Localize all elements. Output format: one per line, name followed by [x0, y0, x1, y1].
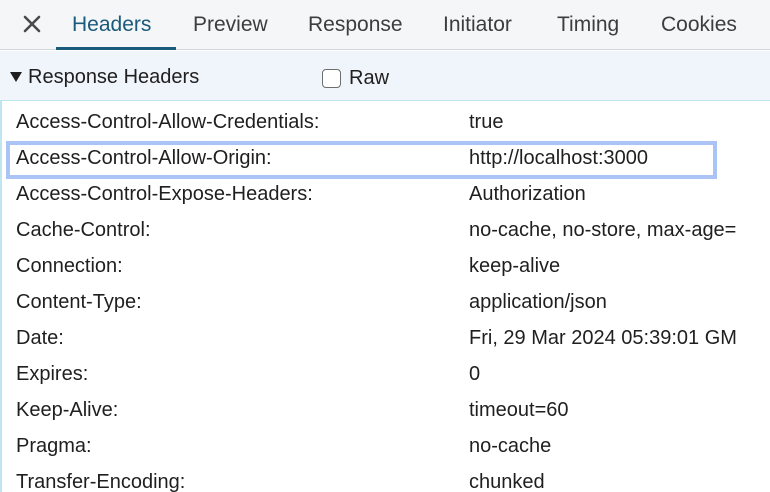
header-row: Connection: keep-alive	[0, 250, 770, 286]
raw-checkbox[interactable]	[322, 68, 341, 88]
header-name: Access-Control-Allow-Origin:	[16, 147, 272, 169]
header-value: http://localhost:3000	[469, 147, 649, 169]
tab-headers[interactable]: Headers	[72, 0, 151, 50]
header-row: Date: Fri, 29 Mar 2024 05:39:01 GM	[0, 322, 770, 358]
header-value: no-cache, no-store, max-age=	[469, 219, 737, 241]
header-row: Access-Control-Expose-Headers: Authoriza…	[0, 178, 770, 214]
header-value: 0	[469, 363, 481, 385]
close-button[interactable]	[18, 10, 46, 38]
header-name: Pragma:	[16, 435, 92, 457]
header-value: no-cache	[469, 435, 552, 457]
response-headers-section-header: Response Headers Raw	[0, 51, 770, 101]
header-row: Expires: 0	[0, 358, 770, 394]
header-value: keep-alive	[469, 255, 561, 277]
header-row: Access-Control-Allow-Credentials: true	[0, 106, 770, 142]
header-value: chunked	[469, 471, 545, 492]
header-row: Cache-Control: no-cache, no-store, max-a…	[0, 214, 770, 250]
devtools-network-panel: Headers Preview Response Initiator Timin…	[0, 0, 770, 492]
tab-response[interactable]: Response	[308, 0, 403, 50]
tab-cookies[interactable]: Cookies	[661, 0, 737, 50]
header-name: Cache-Control:	[16, 219, 151, 241]
header-name: Content-Type:	[16, 291, 142, 313]
header-value: timeout=60	[469, 399, 569, 421]
header-name: Access-Control-Expose-Headers:	[16, 183, 313, 205]
header-row: Transfer-Encoding: chunked	[0, 466, 770, 492]
header-row-highlighted: Access-Control-Allow-Origin: http://loca…	[0, 141, 770, 179]
header-row: Pragma: no-cache	[0, 430, 770, 466]
header-name: Expires:	[16, 363, 89, 385]
header-name: Date:	[16, 327, 64, 349]
response-headers-toggle[interactable]: Response Headers	[10, 65, 199, 89]
header-value: Fri, 29 Mar 2024 05:39:01 GM	[469, 327, 737, 349]
active-tab-indicator	[56, 47, 176, 50]
triangle-down-icon	[10, 72, 22, 82]
header-name: Access-Control-Allow-Credentials:	[16, 111, 320, 133]
header-row: Content-Type: application/json	[0, 286, 770, 322]
raw-label: Raw	[349, 66, 390, 89]
header-value: true	[469, 111, 504, 133]
raw-toggle[interactable]: Raw	[322, 66, 389, 90]
tab-bar: Headers Preview Response Initiator Timin…	[0, 0, 770, 50]
section-title: Response Headers	[28, 65, 200, 88]
tab-timing[interactable]: Timing	[557, 0, 619, 50]
tab-preview[interactable]: Preview	[193, 0, 268, 50]
header-value: application/json	[469, 291, 607, 313]
header-name: Keep-Alive:	[16, 399, 119, 421]
header-name: Connection:	[16, 255, 123, 277]
close-icon	[23, 15, 41, 33]
header-value: Authorization	[469, 183, 586, 205]
tab-initiator[interactable]: Initiator	[443, 0, 512, 50]
header-row: Keep-Alive: timeout=60	[0, 394, 770, 430]
header-name: Transfer-Encoding:	[16, 471, 186, 492]
